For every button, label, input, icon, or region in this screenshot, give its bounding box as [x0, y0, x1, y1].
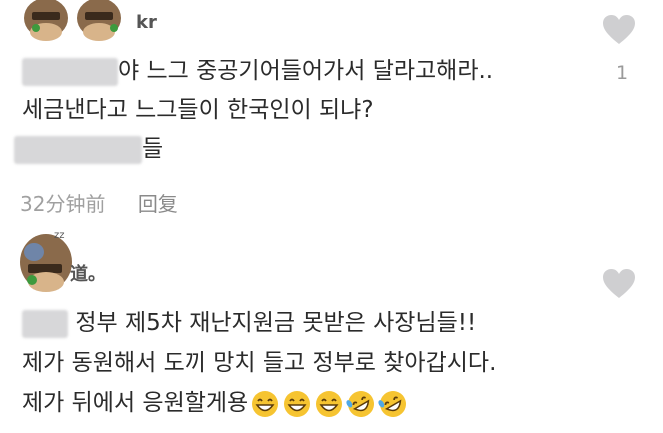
grinning-face-emoji [284, 390, 311, 417]
rolling-laughing-face-emoji [346, 390, 375, 417]
comment-line-2: 제가 동원해서 도끼 망치 들고 정부로 찾아갑시다. [22, 350, 497, 376]
avatar-sticker[interactable]: zz [14, 222, 78, 302]
blurred-mention [14, 135, 142, 164]
comment-line-2: 세금낸다고 느그들이 한국인이 되냐? [22, 97, 374, 123]
comment-line-3: 제가 뒤에서 응원할게용 [22, 388, 408, 419]
comment-1: kr 1 야 느그 중공기어들어가서 달라고해라.. 세금낸다고 느그들이 한국… [0, 0, 663, 230]
username[interactable]: kr [136, 12, 157, 33]
timestamp: 32分钟前 [20, 192, 106, 216]
grinning-face-emoji [252, 390, 279, 417]
heart-icon [603, 15, 635, 44]
blurred-mention [22, 309, 68, 338]
reply-button[interactable]: 回复 [138, 192, 178, 216]
comment-2: zz 道。 정부 제5차 재난지원금 못받은 사장님들!! 제가 동원해서 도끼… [0, 222, 663, 433]
like-count: 1 [616, 62, 629, 84]
blurred-mention [22, 57, 118, 86]
emoji-row [248, 390, 408, 417]
like-button[interactable] [601, 268, 637, 300]
comment-line-1: 정부 제5차 재난지원금 못받은 사장님들!! [22, 308, 476, 338]
comment-line-1: 야 느그 중공기어들어가서 달라고해라.. [22, 56, 493, 86]
avatar-sticker[interactable] [14, 0, 134, 45]
like-button[interactable] [601, 14, 637, 46]
comment-line-3: 들 [14, 134, 163, 164]
rolling-laughing-face-emoji [378, 390, 407, 417]
svg-text:zz: zz [54, 230, 65, 241]
comment-meta: 32分钟前 回复 [20, 188, 204, 217]
grinning-face-emoji [316, 390, 343, 417]
heart-icon [603, 269, 635, 298]
username[interactable]: 道。 [70, 260, 106, 286]
